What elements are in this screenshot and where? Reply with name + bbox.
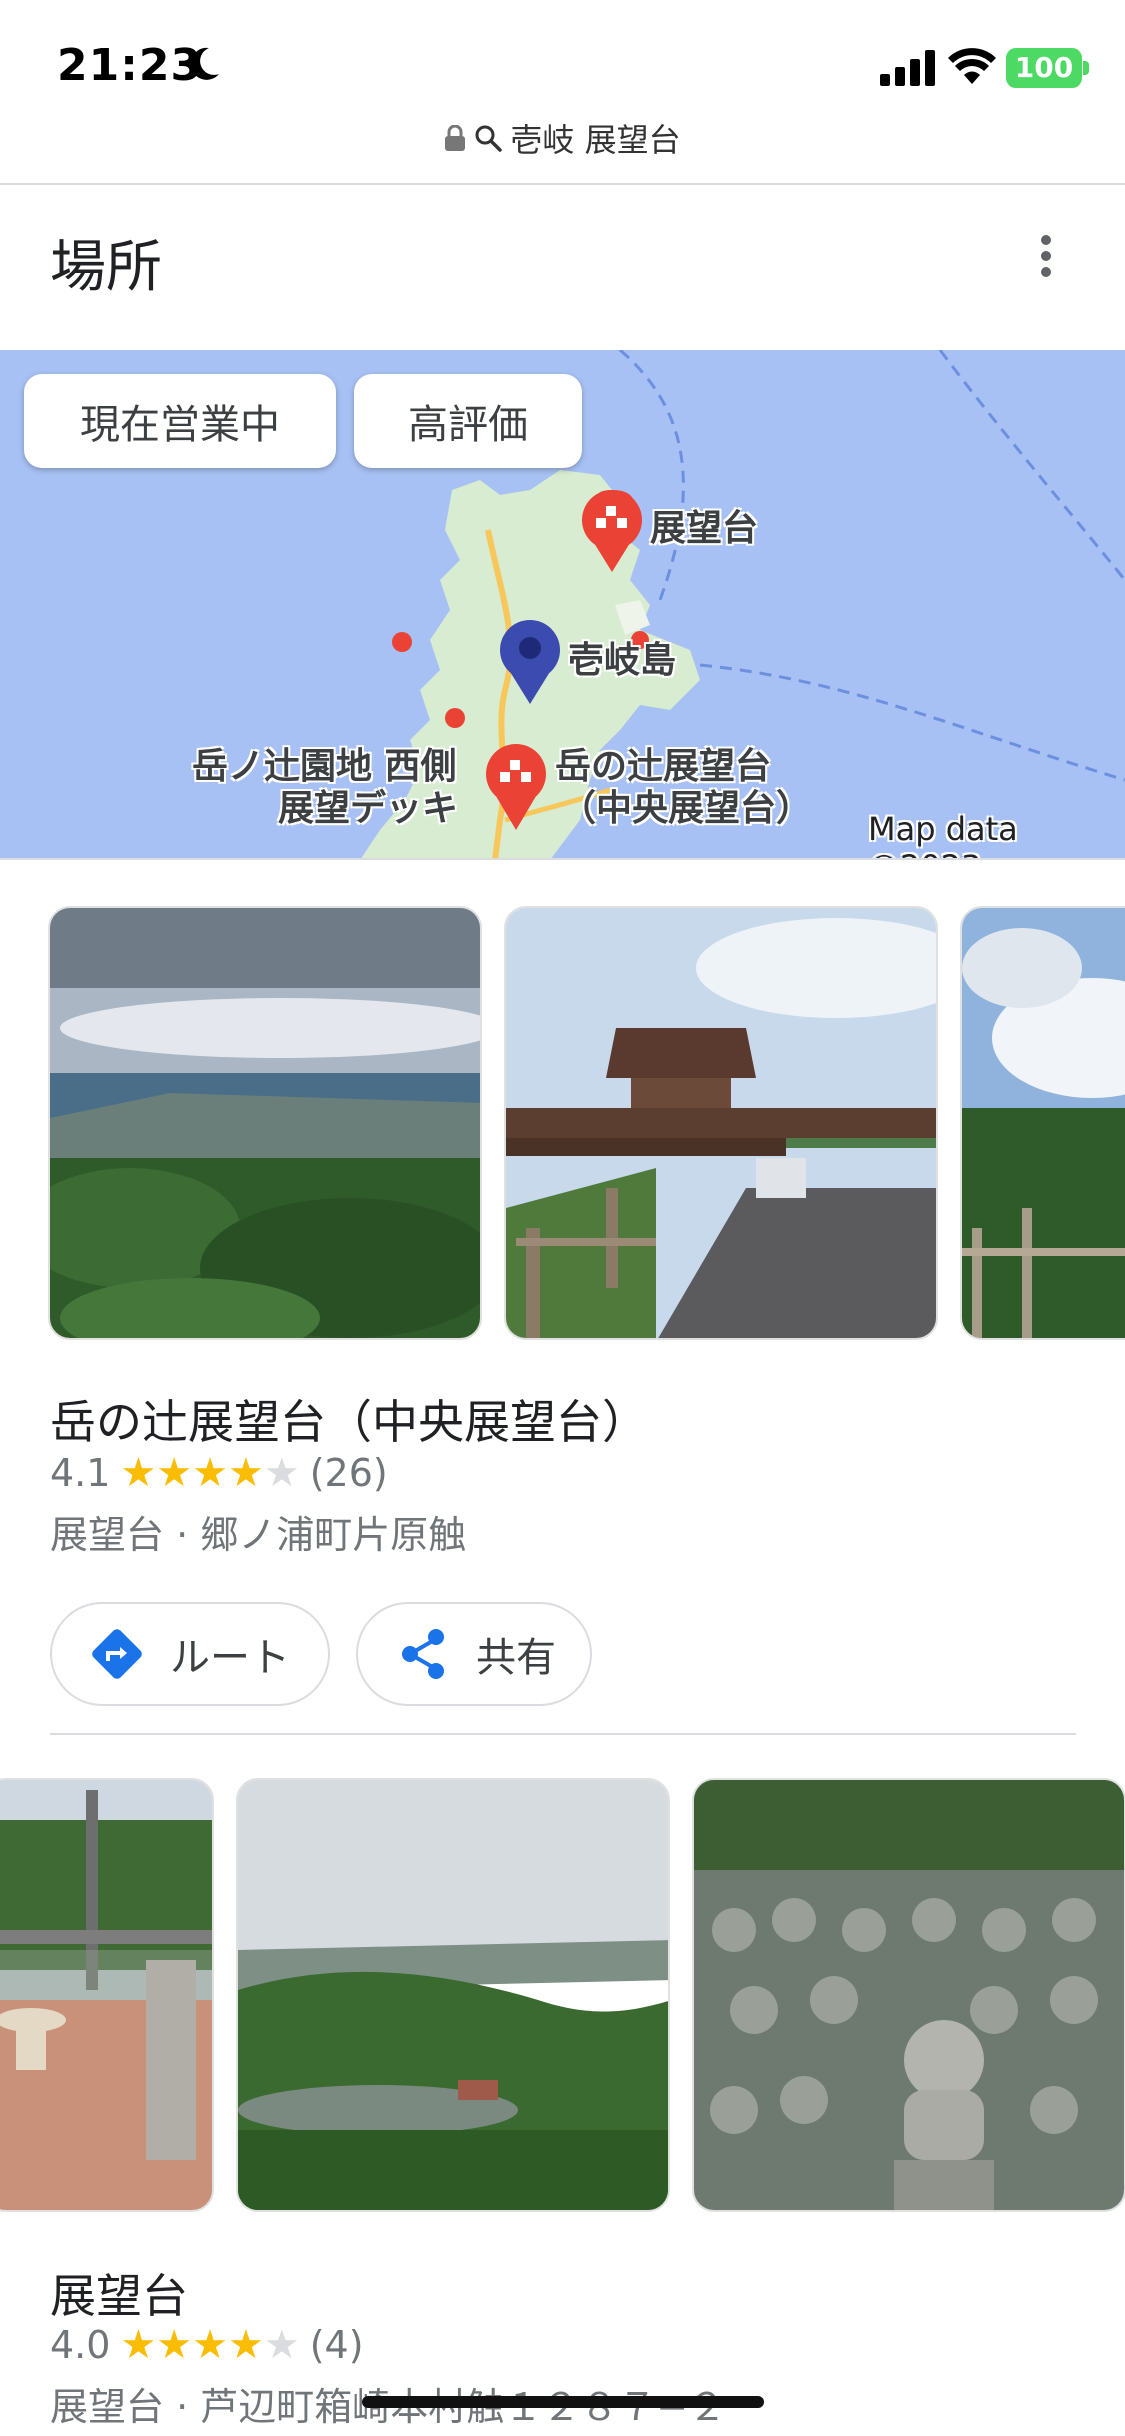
place-photo[interactable] — [692, 1778, 1125, 2212]
route-button[interactable]: ルート — [50, 1602, 330, 1706]
share-icon — [402, 1629, 444, 1679]
filter-chip-open-now[interactable]: 現在営業中 — [24, 374, 336, 468]
battery-indicator: 100 — [1006, 48, 1082, 88]
lock-icon — [445, 125, 466, 151]
place-photo[interactable] — [0, 1778, 214, 2212]
cellular-signal-icon — [880, 50, 935, 86]
status-bar: 21:23 100 — [0, 0, 1125, 120]
map-label-west-deck-1[interactable]: 岳ノ辻園地 西側 — [192, 746, 457, 788]
map-credit: Map data ©2023 — [868, 810, 1018, 858]
star-empty-icon: ★ — [263, 1450, 300, 1496]
place-name[interactable]: 展望台 — [50, 2260, 188, 2326]
star-empty-icon: ★ — [263, 2322, 300, 2368]
divider — [0, 183, 1125, 185]
moon-icon — [190, 47, 219, 80]
star-icon: ★ — [192, 1450, 229, 1496]
place-photo[interactable] — [48, 906, 482, 1340]
rating-value: 4.1 — [50, 1451, 111, 1495]
home-indicator[interactable] — [362, 2396, 764, 2408]
map-label-west-deck-2[interactable]: 展望デッキ — [278, 788, 458, 830]
rating-row: 4.1 ★ ★ ★ ★ ★ (26) — [50, 1450, 388, 1496]
review-count: (4) — [309, 2323, 364, 2367]
map-label-central-1[interactable]: 岳の辻展望台 — [555, 746, 771, 788]
review-count: (26) — [309, 1451, 388, 1495]
star-icon: ★ — [120, 2322, 157, 2368]
share-button[interactable]: 共有 — [356, 1602, 592, 1706]
star-icon: ★ — [228, 2322, 264, 2368]
directions-icon — [92, 1629, 142, 1679]
star-icon: ★ — [192, 2322, 229, 2368]
more-options-icon[interactable] — [1030, 232, 1062, 280]
divider — [50, 1733, 1076, 1735]
map-label-central-2[interactable]: （中央展望台） — [560, 788, 812, 830]
share-label: 共有 — [476, 1635, 556, 1681]
address-bar[interactable]: 壱岐 展望台 — [0, 115, 1125, 165]
wifi-icon — [948, 48, 996, 84]
route-label: ルート — [170, 1635, 290, 1681]
place-photo[interactable] — [504, 906, 938, 1340]
place-meta: 展望台 · 郷ノ浦町片原触 — [50, 1513, 467, 1557]
clock: 21:23 — [57, 40, 203, 91]
section-title: 場所 — [50, 235, 162, 300]
map[interactable]: 現在営業中 高評価 展望台 壱岐島 岳ノ辻園地 西側 展望デッキ 岳の辻展望台 … — [0, 350, 1125, 860]
map-label-viewpoint[interactable]: 展望台 — [650, 508, 758, 550]
filter-chip-top-rated[interactable]: 高評価 — [354, 374, 582, 468]
battery-tip — [1083, 61, 1089, 75]
place-photo[interactable] — [960, 906, 1125, 1340]
star-icon: ★ — [120, 1450, 157, 1496]
star-rating: ★ ★ ★ ★ ★ — [120, 1450, 299, 1496]
search-icon — [475, 125, 503, 152]
map-label-island[interactable]: 壱岐島 — [568, 640, 676, 682]
search-query: 壱岐 展望台 — [510, 121, 681, 159]
star-icon: ★ — [228, 1450, 264, 1496]
star-icon: ★ — [156, 1450, 193, 1496]
place-photo[interactable] — [236, 1778, 670, 2212]
place-name[interactable]: 岳の辻展望台（中央展望台） — [50, 1386, 648, 1452]
rating-value: 4.0 — [50, 2323, 111, 2367]
star-rating: ★ ★ ★ ★ ★ — [120, 2322, 299, 2368]
rating-row: 4.0 ★ ★ ★ ★ ★ (4) — [50, 2322, 364, 2368]
star-icon: ★ — [156, 2322, 193, 2368]
